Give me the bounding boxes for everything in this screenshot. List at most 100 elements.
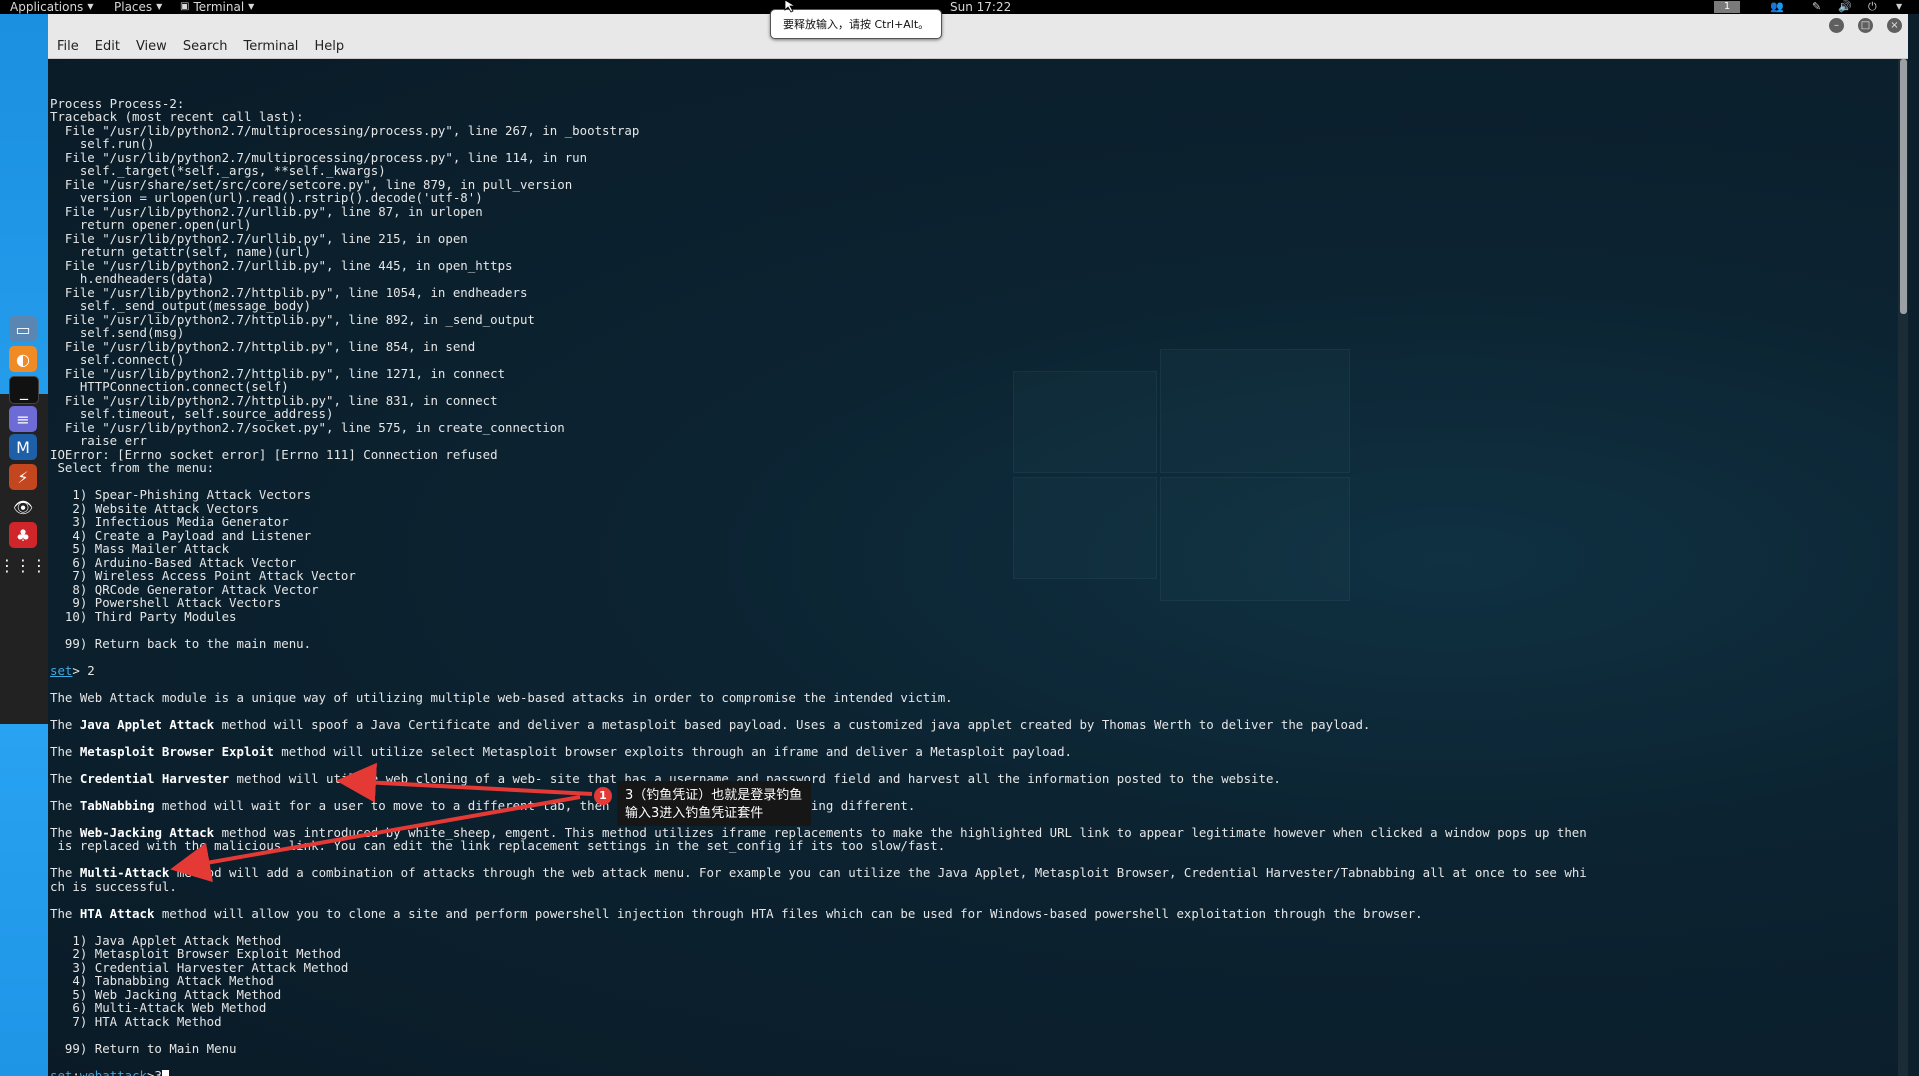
terminal-line: The Java Applet Attack method will spoof… — [50, 716, 1587, 732]
menu-file[interactable]: File — [48, 36, 87, 58]
terminal-icon[interactable]: _ — [9, 376, 39, 404]
terminal-app-menu[interactable]: ▣ Terminal ▼ — [180, 0, 254, 14]
terminal-app-label: Terminal — [193, 0, 245, 14]
chevron-down-icon: ▼ — [156, 2, 163, 11]
terminal-line: The TabNabbing method will wait for a us… — [50, 797, 1587, 813]
annotation-line-2: 输入3进入钓鱼凭证套件 — [625, 806, 764, 821]
chevron-down-icon[interactable]: ▼ — [1896, 0, 1902, 14]
terminal-output[interactable]: Process Process-2: Traceback (most recent… — [48, 59, 1908, 1076]
terminal-scrollbar[interactable] — [1898, 59, 1908, 1076]
terminal-line: ch is successful. — [50, 878, 177, 894]
terminal-line: The Web Attack module is a unique way of… — [50, 689, 953, 705]
terminal-line: File "/usr/lib/python2.7/httplib.py", li… — [50, 365, 506, 381]
places-menu[interactable]: Places ▼ — [114, 0, 162, 14]
terminal-window: – □ × File Edit View Search Terminal Hel… — [48, 14, 1908, 1076]
bold-term: HTA Attack — [79, 905, 155, 921]
terminal-line: 7) HTA Attack Method — [50, 1013, 222, 1029]
menu-view[interactable]: View — [128, 36, 175, 58]
terminal-line: File "/usr/lib/python2.7/urllib.py", lin… — [50, 203, 483, 219]
terminal-line: File "/usr/lib/python2.7/urllib.py", lin… — [50, 257, 513, 273]
volume-icon[interactable]: 🔊 — [1838, 0, 1852, 14]
terminal-line: 5) Mass Mailer Attack — [50, 541, 230, 556]
terminal-line: 8) QRCode Generator Attack Vector — [50, 581, 319, 597]
places-label: Places — [114, 0, 153, 14]
terminal-line: 99) Return to Main Menu — [50, 1040, 237, 1056]
terminal-line: return getattr(self, name)(url) — [50, 244, 312, 259]
line-text: method will add a combination of attacks… — [169, 865, 1587, 880]
app-grid-icon[interactable]: ⋮⋮⋮ — [0, 552, 47, 578]
close-button[interactable]: × — [1887, 18, 1902, 33]
terminal-line: File "/usr/lib/python2.7/httplib.py", li… — [50, 311, 535, 327]
workspace-indicator[interactable]: 1 — [1714, 1, 1740, 13]
minimize-button[interactable]: – — [1829, 18, 1844, 33]
bold-term: Multi-Attack — [79, 865, 170, 880]
maximize-button[interactable]: □ — [1858, 18, 1873, 33]
firefox-icon[interactable]: ◐ — [9, 346, 37, 372]
terminal-line: 1) Spear-Phishing Attack Vectors — [50, 487, 312, 502]
menu-search[interactable]: Search — [175, 36, 236, 58]
terminal-line: 2) Website Attack Vectors — [50, 500, 259, 516]
power-icon[interactable]: ⏻ — [1868, 0, 1877, 14]
terminal-line: return opener.open(url) — [50, 217, 252, 232]
terminal-line: self.send(msg) — [50, 325, 185, 340]
terminal-line: 7) Wireless Access Point Attack Vector — [50, 568, 356, 583]
terminal-line: File "/usr/lib/python2.7/multiprocessing… — [50, 122, 640, 138]
terminal-line: 9) Powershell Attack Vectors — [50, 595, 282, 610]
terminal-line: File "/usr/lib/python2.7/httplib.py", li… — [50, 338, 476, 354]
terminal-line: raise err — [50, 433, 147, 448]
terminal-line: 10) Third Party Modules — [50, 608, 237, 624]
terminal-line: Select from the menu: — [50, 460, 215, 475]
scrollbar-thumb[interactable] — [1900, 59, 1907, 314]
terminal-line: 3) Credential Harvester Attack Method — [50, 959, 349, 975]
terminal-line: 4) Tabnabbing Attack Method — [50, 973, 274, 988]
menu-help[interactable]: Help — [306, 36, 352, 58]
notes-icon[interactable]: ≡ — [9, 406, 37, 432]
terminal-line: Traceback (most recent call last): — [50, 109, 304, 124]
users-icon[interactable]: 👥 — [1770, 0, 1784, 14]
terminal-line: File "/usr/lib/python2.7/httplib.py", li… — [50, 284, 528, 300]
eye-icon[interactable]: 👁 — [9, 494, 37, 520]
window-menubar: File Edit View Search Terminal Help — [48, 36, 1908, 59]
terminal-line: The Credential Harvester method will uti… — [50, 770, 1587, 786]
terminal-line: 1) Java Applet Attack Method — [50, 932, 282, 948]
terminal-text: Process Process-2: Traceback (most recent… — [50, 83, 1587, 1076]
release-input-tooltip: 要释放输入，请按 Ctrl+Alt。 — [770, 9, 943, 39]
pen-icon[interactable]: ✎ — [1812, 0, 1821, 14]
terminal-line: The Web-Jacking Attack method was introd… — [50, 825, 1587, 840]
line-text: method will allow you to clone a site an… — [154, 905, 1423, 921]
line-text: : — [72, 1067, 80, 1076]
terminal-line: The Multi-Attack method will add a combi… — [50, 866, 1587, 880]
terminal-line: 99) Return back to the main menu. — [50, 635, 312, 651]
burp-icon[interactable]: ⚡ — [9, 464, 37, 490]
terminal-line: self.run() — [50, 136, 155, 151]
bold-term: Credential Harvester — [79, 770, 230, 786]
prompt-segment: webattack — [79, 1067, 147, 1076]
metasploit-icon[interactable]: M — [9, 434, 37, 460]
terminal-line: version = urlopen(url).read().rstrip().d… — [50, 190, 483, 205]
menu-terminal[interactable]: Terminal — [235, 36, 306, 58]
menu-edit[interactable]: Edit — [87, 36, 128, 58]
files-icon[interactable]: ▭ — [9, 316, 37, 342]
terminal-line: 5) Web Jacking Attack Method — [50, 986, 282, 1002]
cherry-icon[interactable]: ♣ — [9, 522, 37, 548]
applications-menu[interactable]: Applications ▼ — [10, 0, 93, 14]
window-titlebar[interactable]: – □ × — [48, 14, 1908, 36]
bold-term: Java Applet Attack — [79, 716, 215, 732]
terminal-line: 4) Create a Payload and Listener — [50, 527, 312, 543]
clock[interactable]: Sun 17:22 — [950, 0, 1011, 14]
terminal-line: File "/usr/lib/python2.7/socket.py", lin… — [50, 419, 565, 435]
bold-term: Metasploit Browser Exploit — [79, 743, 274, 759]
applications-label: Applications — [10, 0, 84, 14]
bold-term: TabNabbing — [79, 797, 155, 813]
chevron-down-icon: ▼ — [87, 2, 94, 11]
line-text: method will spoof a Java Certificate and… — [214, 716, 1371, 732]
